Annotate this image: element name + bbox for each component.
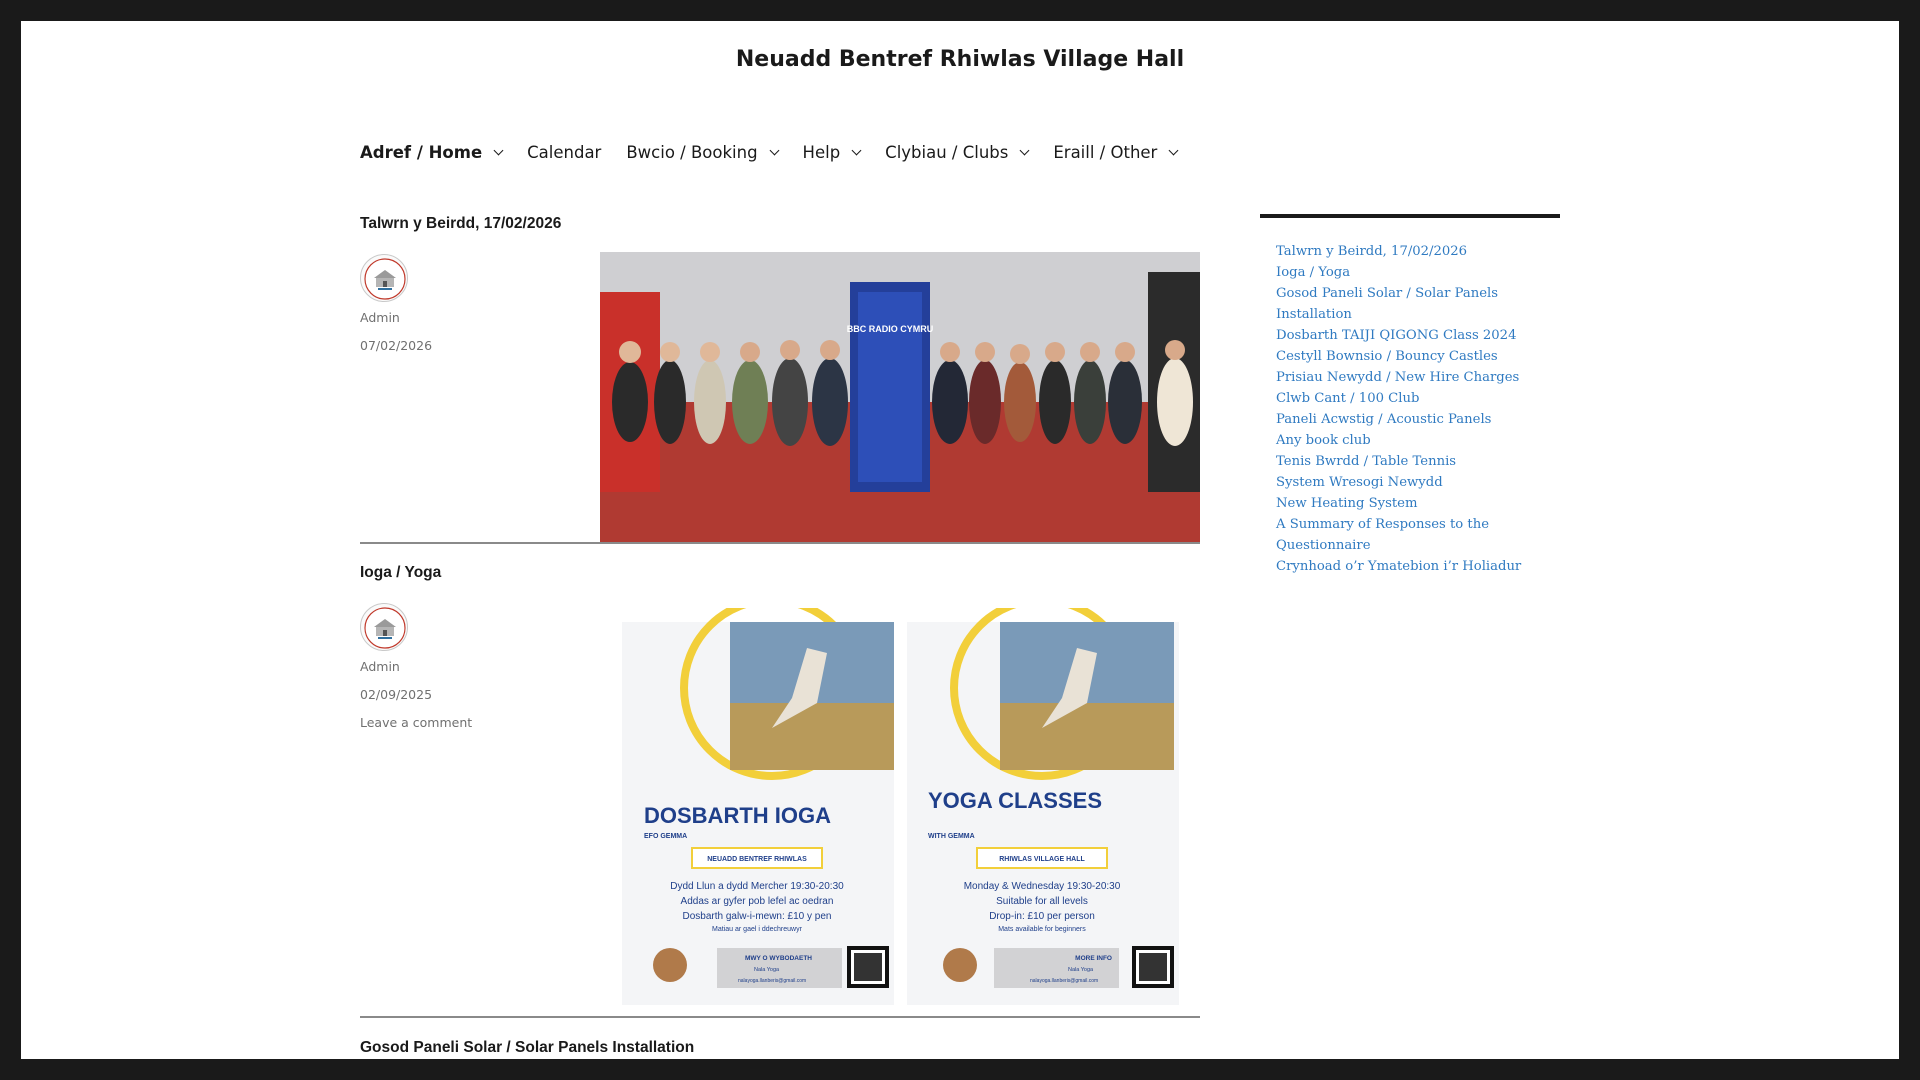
flyer-contact: Nala Yoga xyxy=(1068,967,1094,973)
flyer-note: Matiau ar gael i ddechreuwyr xyxy=(712,926,803,933)
chevron-down-icon[interactable] xyxy=(851,145,862,156)
recent-post-link[interactable]: Any book club xyxy=(1276,430,1536,451)
flyer-contact: nalayoga.llanberis@gmail.com xyxy=(1030,978,1098,984)
recent-post-link[interactable]: Ioga / Yoga xyxy=(1276,262,1536,283)
recent-post-link[interactable]: Gosod Paneli Solar / Solar Panels Instal… xyxy=(1276,283,1536,325)
site-title[interactable]: Neuadd Bentref Rhiwlas Village Hall xyxy=(21,47,1899,72)
main-navigation: Adref / Home Calendar Bwcio / Booking He… xyxy=(360,143,1202,162)
recent-post-link[interactable]: Dosbarth TAIJI QIGONG Class 2024 xyxy=(1276,325,1536,346)
banner-text: BBC RADIO CYMRU xyxy=(847,324,934,334)
post-date[interactable]: 02/09/2025 xyxy=(360,687,432,702)
sidebar-widget-rule xyxy=(1260,214,1560,218)
flyer-line: Monday & Wednesday 19:30-20:30 xyxy=(964,881,1121,892)
recent-post-link[interactable]: New Heating System xyxy=(1276,493,1536,514)
post-title[interactable]: Ioga / Yoga xyxy=(360,564,441,582)
flyer-heading: DOSBARTH IOGA xyxy=(644,803,831,828)
post-divider xyxy=(360,542,1200,544)
recent-post-link[interactable]: Cestyll Bownsio / Bouncy Castles xyxy=(1276,346,1536,367)
flyer-info-label: MWY O WYBODAETH xyxy=(745,955,812,962)
flyer-line: Addas ar gyfer pob lefel ac oedran xyxy=(681,896,834,907)
flyer-venue: RHIWLAS VILLAGE HALL xyxy=(999,856,1085,863)
recent-post-link[interactable]: Paneli Acwstig / Acoustic Panels xyxy=(1276,409,1536,430)
nav-item-booking[interactable]: Bwcio / Booking xyxy=(626,143,779,162)
flyer-line: Drop-in: £10 per person xyxy=(989,911,1095,922)
nav-item-help[interactable]: Help xyxy=(802,143,862,162)
post-title[interactable]: Talwrn y Beirdd, 17/02/2026 xyxy=(360,215,561,233)
post-featured-image[interactable]: BBC RADIO CYMRU xyxy=(600,252,1200,544)
chevron-down-icon[interactable] xyxy=(1019,145,1030,156)
flyer-venue: NEUADD BENTREF RHIWLAS xyxy=(707,856,807,863)
recent-post-link[interactable]: Talwrn y Beirdd, 17/02/2026 xyxy=(1276,241,1536,262)
recent-post-link[interactable]: A Summary of Responses to the Questionna… xyxy=(1276,514,1536,556)
post-divider xyxy=(360,1016,1200,1018)
flyer-line: Dosbarth galw-i-mewn: £10 y pen xyxy=(683,911,832,922)
flyer-sub: WITH GEMMA xyxy=(928,833,975,840)
recent-post-link[interactable]: Tenis Bwrdd / Table Tennis xyxy=(1276,451,1536,472)
flyer-contact: nalayoga.llanberis@gmail.com xyxy=(738,978,806,984)
flyer-line: Dydd Llun a dydd Mercher 19:30-20:30 xyxy=(670,881,844,892)
flyer-heading: YOGA CLASSES xyxy=(928,788,1102,813)
recent-posts-list: Talwrn y Beirdd, 17/02/2026 Ioga / Yoga … xyxy=(1276,241,1536,577)
recent-post-link[interactable]: Prisiau Newydd / New Hire Charges xyxy=(1276,367,1536,388)
recent-post-link[interactable]: Clwb Cant / 100 Club xyxy=(1276,388,1536,409)
post-title[interactable]: Gosod Paneli Solar / Solar Panels Instal… xyxy=(360,1039,694,1057)
author-avatar[interactable] xyxy=(360,603,408,651)
chevron-down-icon[interactable] xyxy=(493,145,504,156)
nav-item-label: Clybiau / Clubs xyxy=(885,143,1009,162)
recent-post-link[interactable]: System Wresogi Newydd xyxy=(1276,472,1536,493)
chevron-down-icon[interactable] xyxy=(769,145,779,156)
village-hall-logo-icon xyxy=(364,607,406,649)
nav-item-clubs[interactable]: Clybiau / Clubs xyxy=(885,143,1030,162)
village-hall-logo-icon xyxy=(364,258,406,300)
nav-item-label: Calendar xyxy=(527,143,602,162)
nav-item-label: Help xyxy=(802,143,841,162)
nav-item-label: Bwcio / Booking xyxy=(626,143,758,162)
nav-item-label: Eraill / Other xyxy=(1053,143,1158,162)
recent-post-link[interactable]: Crynhoad o’r Ymatebion i’r Holiadur xyxy=(1276,556,1536,577)
nav-item-label: Adref / Home xyxy=(360,143,483,162)
page: Neuadd Bentref Rhiwlas Village Hall Adre… xyxy=(21,21,1899,1059)
post-author[interactable]: Admin xyxy=(360,310,400,325)
post-author[interactable]: Admin xyxy=(360,659,400,674)
leave-comment-link[interactable]: Leave a comment xyxy=(360,715,472,730)
flyer-contact: Nala Yoga xyxy=(754,967,780,973)
author-avatar[interactable] xyxy=(360,254,408,302)
nav-item-calendar[interactable]: Calendar xyxy=(527,143,601,162)
flyer-line: Suitable for all levels xyxy=(996,896,1088,907)
flyer-info-label: MORE INFO xyxy=(1075,955,1112,962)
nav-item-other[interactable]: Eraill / Other xyxy=(1053,143,1179,162)
chevron-down-icon[interactable] xyxy=(1168,145,1179,156)
yoga-flyer-image[interactable]: DOSBARTH IOGA EFO GEMMA NEUADD BENTREF R… xyxy=(622,608,1187,1005)
post-date[interactable]: 07/02/2026 xyxy=(360,338,432,353)
flyer-sub: EFO GEMMA xyxy=(644,833,687,840)
nav-item-home[interactable]: Adref / Home xyxy=(360,143,504,162)
flyer-note: Mats available for beginners xyxy=(998,926,1086,933)
